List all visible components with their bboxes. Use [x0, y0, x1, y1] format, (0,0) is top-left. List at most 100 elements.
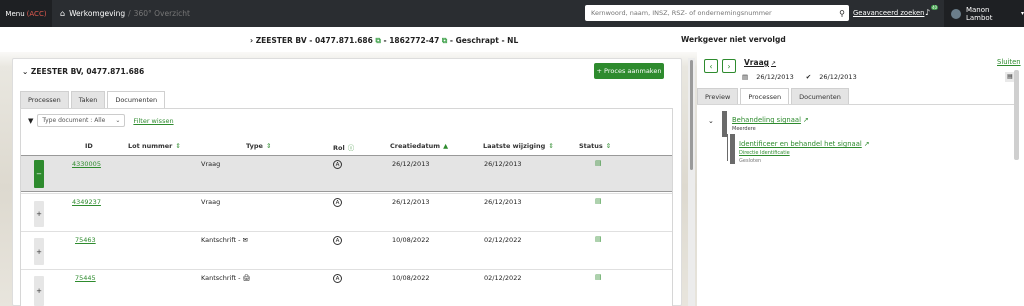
breadcrumb: ⌂ Werkomgeving / 360° Overzicht [60, 9, 190, 18]
row-id-text[interactable]: 4349237 [72, 198, 101, 206]
document-icon[interactable]: ▤ [595, 159, 602, 167]
created-date: ▤ 26/12/2013 [742, 73, 800, 81]
process-node-link[interactable]: Behandeling signaal [732, 116, 801, 124]
external-link-icon[interactable]: ↗ [864, 140, 870, 148]
row-id-link[interactable]: 4330005 [72, 160, 101, 168]
filter-icon: ▼ [28, 116, 34, 125]
employer-status-title: Werkgever niet vervolgd [681, 35, 786, 44]
chevron-down-icon[interactable]: ⌄ [708, 117, 714, 125]
user-name: Manon Lambot [965, 5, 993, 22]
clear-filter-link[interactable]: Filter wissen [133, 117, 173, 125]
row-type: Vraag [201, 198, 221, 206]
tab-processen[interactable]: Processen [740, 88, 790, 105]
row-role: A [333, 274, 342, 283]
search-icon[interactable]: ⚲ [835, 9, 849, 18]
card-title[interactable]: ⌄ ZEESTER BV, 0477.871.686 [22, 67, 144, 76]
advanced-search-link[interactable]: Geavanceerd zoeken [853, 9, 924, 17]
expand-row-button[interactable]: + [34, 201, 44, 227]
document-type-select[interactable]: Type document : Alle ⌄ [37, 114, 126, 127]
process-node: Behandeling signaal ↗ Meerdere [732, 116, 809, 132]
column-status[interactable]: Status ⇕ [579, 142, 611, 150]
expand-row-button[interactable]: + [34, 276, 44, 306]
column-rol[interactable]: Rol ⓘ [333, 142, 354, 152]
role-badge: A [333, 160, 342, 169]
sort-icon: ⇕ [548, 142, 554, 150]
menu-button[interactable]: Menu (ACC) [0, 0, 52, 27]
notification-bell-icon[interactable]: ♪ 40 [925, 5, 939, 17]
row-id-link[interactable]: 75463 [75, 236, 96, 244]
document-icon[interactable]: ▤ [595, 197, 602, 205]
process-node-subtitle: Meerdere [732, 126, 756, 132]
card-title-label: ZEESTER BV, 0477.871.686 [30, 67, 145, 76]
row-role: A [333, 198, 342, 207]
global-search: ⚲ [585, 5, 849, 21]
table-row[interactable]: + 4349237 Vraag A 26/12/2013 26/12/2013 … [21, 193, 672, 231]
detail-tabs: Preview Processen Documenten [697, 88, 851, 105]
document-title[interactable]: Vraag ↗ [744, 58, 776, 67]
row-role: A [333, 160, 342, 169]
tab-processen[interactable]: Processen [20, 91, 69, 109]
task-node-department[interactable]: Directie Identificatie [739, 150, 870, 156]
row-id-text[interactable]: 75445 [75, 274, 96, 282]
column-rol-label: Rol [333, 144, 345, 152]
row-id-link[interactable]: 75445 [75, 274, 96, 282]
table-row[interactable]: + 75463 Kantschrift - ✉ A 10/08/2022 02/… [21, 231, 672, 269]
sort-icon: ⇕ [605, 142, 612, 150]
document-dates: ▤ 26/12/2013 ✔ 26/12/2013 [742, 73, 869, 81]
expand-row-button[interactable]: + [34, 238, 44, 265]
chevron-left-icon: ‹ [709, 61, 713, 71]
previous-button[interactable]: ‹ [704, 59, 718, 73]
tab-preview[interactable]: Preview [697, 88, 739, 105]
sort-icon: ⇕ [265, 142, 272, 150]
column-modified[interactable]: Laatste wijziging ⇕ [483, 142, 554, 150]
check-circle-icon: ✔ [805, 73, 812, 81]
row-id-link[interactable]: 4349237 [72, 198, 101, 206]
done-date: ✔ 26/12/2013 [806, 73, 863, 81]
row-id-text[interactable]: 75463 [75, 236, 96, 244]
column-id[interactable]: ID [85, 142, 93, 150]
create-process-button[interactable]: + Proces aanmaken [594, 63, 664, 79]
column-type[interactable]: Type ⇕ [246, 142, 271, 150]
column-lot[interactable]: Lot nummer ⇕ [128, 142, 181, 150]
chevron-right-icon[interactable]: › [250, 36, 253, 45]
external-link-icon[interactable]: ↗ [771, 60, 776, 67]
row-type: Kantschrift - 🖨 [201, 274, 251, 282]
breadcrumb-separator: / [128, 9, 131, 18]
row-type: Kantschrift - ✉ [201, 236, 249, 244]
table-row[interactable]: − 4330005 Vraag A 26/12/2013 26/12/2013 … [21, 155, 672, 192]
table-header: ID Lot nummer ⇕ Type ⇕ Rol ⓘ Creatiedatum ▲ … [21, 139, 672, 153]
main-scrollbar-thumb[interactable] [690, 60, 693, 170]
next-button[interactable]: › [722, 59, 736, 73]
copy-icon[interactable]: ⧉ [376, 36, 381, 45]
tab-documenten[interactable]: Documenten [791, 88, 849, 105]
breadcrumb-current: 360° Overzicht [133, 9, 190, 18]
close-link[interactable]: Sluiten [997, 58, 1021, 66]
chevron-down-icon[interactable]: ⌄ [22, 67, 28, 76]
column-created[interactable]: Creatiedatum ▲ [390, 142, 448, 150]
home-icon[interactable]: ⌂ [60, 9, 65, 18]
document-icon[interactable]: ▤ [595, 273, 602, 281]
documents-panel: ▼ Type document : Alle ⌄ Filter wissen I… [20, 108, 673, 306]
copy-icon[interactable]: ⧉ [442, 36, 447, 45]
document-icon[interactable]: ▤ [595, 235, 602, 243]
column-type-label: Type [246, 142, 263, 150]
tab-taken[interactable]: Taken [70, 91, 106, 109]
external-link-icon[interactable]: ↗ [803, 116, 809, 124]
table-row[interactable]: + 75445 Kantschrift - 🖨 A 10/08/2022 02/… [21, 269, 672, 306]
entity-title-status: - Geschrapt - NL [449, 36, 519, 45]
detail-scrollbar[interactable] [1014, 70, 1019, 160]
entity-title-name: ZEESTER BV - 0477.871.686 [255, 36, 373, 45]
task-node-link[interactable]: Identificeer en behandel het signaal [739, 140, 862, 148]
document-type-value: Type document : Alle [42, 117, 106, 124]
row-id-text[interactable]: 4330005 [72, 160, 101, 168]
column-status-label: Status [579, 142, 603, 150]
row-created: 26/12/2013 [392, 198, 430, 206]
document-icon: ▤ [742, 73, 749, 81]
tab-documenten[interactable]: Documenten [107, 91, 166, 109]
row-created: 10/08/2022 [392, 236, 430, 244]
search-input[interactable] [585, 6, 835, 20]
user-menu[interactable]: Manon Lambot ▾ [944, 0, 1024, 27]
breadcrumb-werkomgeving[interactable]: Werkomgeving [69, 9, 125, 18]
column-modified-label: Laatste wijziging [483, 142, 546, 150]
collapse-row-button[interactable]: − [34, 160, 44, 188]
